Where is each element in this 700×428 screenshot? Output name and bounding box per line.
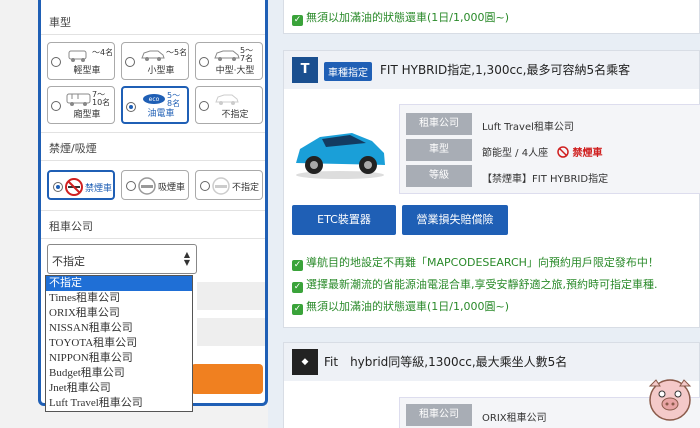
divider	[41, 160, 265, 161]
info-key: 租車公司	[406, 113, 472, 135]
dropdown-option[interactable]: ORIX租車公司	[46, 306, 192, 321]
radio-button[interactable]	[125, 57, 135, 67]
divider	[41, 132, 265, 133]
smoke-label: 不指定	[232, 183, 260, 193]
car-type-kei[interactable]: ～4名 輕型車	[47, 42, 115, 80]
radio-button-selected[interactable]	[53, 182, 63, 192]
check-icon: ✓	[292, 282, 303, 293]
car-type-label: 輕型車	[73, 66, 101, 76]
eco-car-icon: eco	[143, 94, 165, 104]
company-select[interactable]: 不指定 ▲ ▼	[47, 244, 197, 274]
info-value: Luft Travel租車公司	[482, 122, 574, 133]
listing-info: 租車公司 Luft Travel租車公司 車型 節能型 / 4人座 禁煙車 等級…	[399, 104, 700, 194]
car-type-eco[interactable]: eco 5～ 8名 油電車	[121, 86, 189, 124]
dropdown-option[interactable]: Times租車公司	[46, 291, 192, 306]
radio-button[interactable]	[126, 181, 136, 191]
listing-header: T 車種指定 FIT HYBRID指定,1,300cc,最多可容納5名乘客	[284, 51, 699, 89]
car-type-van[interactable]: 7～ 10名 廂型車	[47, 86, 115, 124]
updown-arrow-icon: ▲ ▼	[183, 250, 190, 267]
rental-company-logo: ◆	[292, 349, 318, 375]
car-model-badge: 車種指定	[324, 62, 372, 81]
insurance-option-button[interactable]: 營業損失賠償險	[402, 205, 508, 235]
svg-text:eco: eco	[149, 96, 160, 103]
car-type-label: 中型‧大型	[215, 66, 255, 76]
info-key: 車型	[406, 139, 472, 161]
van-icon	[66, 93, 91, 106]
listing-note: ✓ 導航目的地設定不再難「MAPCODESEARCH」向預約用戶限定發布中！	[292, 256, 659, 271]
info-value: 節能型 / 4人座 禁煙車	[482, 146, 603, 159]
radio-button[interactable]	[51, 57, 61, 67]
check-icon: ✓	[292, 15, 303, 26]
smoke-option-nonsmoking[interactable]: 禁煙車	[47, 170, 115, 200]
smoke-label: 禁煙車	[85, 184, 113, 194]
check-icon: ✓	[292, 260, 303, 271]
rental-company-logo: T	[292, 57, 318, 83]
listing-title[interactable]: Fit hybrid同等級,1300cc,最大乘坐人數5名	[324, 353, 567, 370]
smoke-option-any[interactable]: 不指定	[195, 170, 263, 200]
car-capacity: 7～ 10名	[92, 90, 111, 107]
listing-note: ✓ 無須以加滿油的狀態還車(1日/1,000圓~)	[292, 300, 509, 315]
radio-button[interactable]	[199, 101, 209, 111]
car-type-compact[interactable]: ～5名 小型車	[121, 42, 189, 80]
dropdown-option[interactable]: TOYOTA租車公司	[46, 336, 192, 351]
car-capacity: ～5名	[166, 48, 188, 57]
car-capacity: ～4名	[92, 48, 114, 57]
smoking-icon	[138, 177, 156, 195]
listing-title[interactable]: FIT HYBRID指定,1,300cc,最多可容納5名乘客	[380, 61, 630, 78]
car-type-any[interactable]: 不指定	[195, 86, 263, 124]
company-dropdown-list[interactable]: 不指定 Times租車公司 ORIX租車公司 NISSAN租車公司 TOYOTA…	[45, 275, 193, 412]
hidden-filter-row	[197, 282, 265, 310]
divider	[41, 34, 265, 35]
car-type-label: 廂型車	[73, 110, 101, 120]
info-value: 【禁煙車】FIT HYBRID指定	[482, 174, 609, 185]
no-smoking-icon	[65, 178, 83, 196]
divider	[41, 210, 265, 211]
check-icon: ✓	[292, 304, 303, 315]
kei-car-icon	[68, 50, 87, 62]
info-value: ORIX租車公司	[482, 413, 547, 424]
dropdown-option[interactable]: NIPPON租車公司	[46, 351, 192, 366]
search-button[interactable]	[191, 364, 263, 394]
company-select-value: 不指定	[52, 255, 85, 268]
smoke-label: 吸煙車	[158, 183, 186, 193]
listing-card: ◆ Fit hybrid同等級,1300cc,最大乘坐人數5名 租車公司 ORI…	[283, 342, 700, 428]
company-title: 租車公司	[49, 220, 93, 233]
no-smoking-icon	[557, 146, 570, 158]
info-key: 等級	[406, 165, 472, 187]
dropdown-option[interactable]: 不指定	[46, 276, 192, 291]
car-capacity: 5～ 7名	[240, 46, 254, 63]
info-key: 租車公司	[406, 404, 472, 426]
dropdown-option[interactable]: NISSAN租車公司	[46, 321, 192, 336]
radio-button-selected[interactable]	[126, 102, 136, 112]
large-car-icon	[214, 50, 240, 61]
divider	[41, 238, 265, 239]
listing-note: ✓ 無須以加滿油的狀態還車(1日/1,000圓~)	[292, 11, 509, 26]
etc-option-button[interactable]: ETC裝置器	[292, 205, 396, 235]
hidden-filter-row	[197, 318, 265, 346]
listing-header: ◆ Fit hybrid同等級,1300cc,最大乘坐人數5名	[284, 343, 699, 381]
car-photo	[296, 133, 385, 179]
car-type-label: 油電車	[147, 109, 175, 119]
smoking-any-icon	[212, 177, 230, 195]
radio-button[interactable]	[200, 181, 210, 191]
radio-button[interactable]	[199, 57, 209, 67]
car-type-title: 車型	[49, 16, 71, 29]
listing-card: T 車種指定 FIT HYBRID指定,1,300cc,最多可容納5名乘客 租車…	[283, 50, 700, 328]
listing-note: ✓ 選擇最新潮流的省能源油電混合車,享受安靜舒適之旅,預約時可指定車種.	[292, 278, 658, 293]
car-type-large[interactable]: 5～ 7名 中型‧大型	[195, 42, 263, 80]
smoke-option-smoking[interactable]: 吸煙車	[121, 170, 189, 200]
pig-mascot-icon	[648, 379, 692, 421]
any-car-icon	[215, 94, 239, 105]
listing-card-previous: ✓ 無須以加滿油的狀態還車(1日/1,000圓~)	[283, 0, 700, 34]
radio-button[interactable]	[51, 101, 61, 111]
smoke-title: 禁煙/吸煙	[49, 142, 97, 155]
dropdown-option[interactable]: Jnet租車公司	[46, 381, 192, 396]
dropdown-option[interactable]: Luft Travel租車公司	[46, 396, 192, 411]
car-type-label: 不指定	[221, 110, 249, 120]
compact-car-icon	[141, 50, 165, 61]
car-type-label: 小型車	[147, 66, 175, 76]
dropdown-option[interactable]: Budget租車公司	[46, 366, 192, 381]
